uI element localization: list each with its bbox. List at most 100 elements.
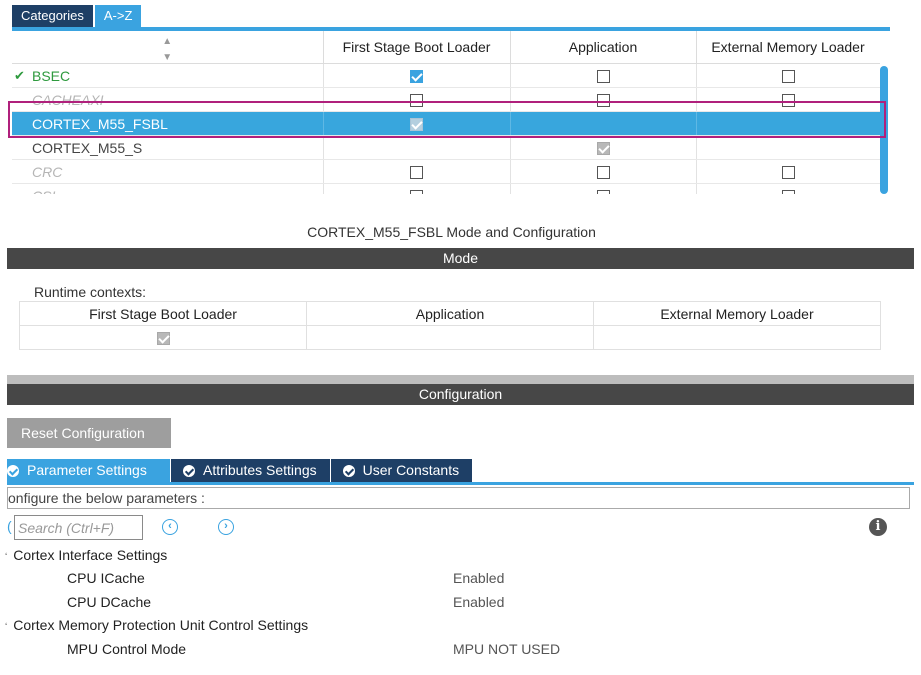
context-checkbox[interactable]: [410, 70, 423, 84]
tree-group[interactable]: ʻ Cortex Interface Settings: [5, 547, 167, 563]
peripheral-row[interactable]: CRC: [12, 159, 880, 184]
runtime-fsbl-checkbox[interactable]: [156, 332, 170, 346]
peripheral-ext-cell: [696, 183, 880, 194]
context-checkbox[interactable]: [781, 190, 795, 194]
context-checkbox[interactable]: [410, 166, 423, 180]
expand-icon[interactable]: ʻ: [5, 552, 7, 563]
tree-group-label: Cortex Interface Settings: [13, 547, 168, 563]
context-checkbox[interactable]: [781, 94, 795, 108]
context-checkbox[interactable]: [410, 94, 423, 108]
runtime-header-external-memory-loader: External Memory Loader: [593, 301, 881, 326]
configuration-divider: [7, 375, 914, 384]
peripheral-name: CORTEX_M55_S: [32, 139, 143, 156]
context-checkbox[interactable]: [596, 190, 610, 194]
tree-param-value[interactable]: Enabled: [453, 570, 504, 586]
peripheral-row[interactable]: ✔ BSEC: [12, 63, 880, 88]
peripheral-app-cell: [510, 183, 697, 194]
tree-group-label: Cortex Memory Protection Unit Control Se…: [13, 617, 309, 633]
context-checkbox[interactable]: [596, 94, 610, 108]
search-label-edge: (: [7, 518, 12, 534]
tab-user-constants[interactable]: User Constants: [330, 459, 473, 482]
search-input[interactable]: [14, 515, 143, 540]
parameter-tabs: Parameter Settings Attributes Settings U…: [7, 459, 473, 482]
runtime-fsbl-cell: [19, 325, 307, 350]
header-fsbl[interactable]: First Stage Boot Loader: [323, 31, 511, 64]
tree-param-value[interactable]: Enabled: [453, 594, 504, 610]
peripheral-scrollbar[interactable]: [880, 66, 888, 194]
mode-config-title: CORTEX_M55_FSBL Mode and Configuration: [307, 224, 596, 240]
runtime-header-fsbl: First Stage Boot Loader: [19, 301, 307, 326]
tab-parameter-settings[interactable]: Parameter Settings: [7, 459, 170, 482]
runtime-header-application: Application: [306, 301, 594, 326]
context-checkbox[interactable]: [410, 118, 423, 132]
peripheral-table: ▲ ▼ First Stage Boot Loader Application E…: [12, 31, 880, 194]
peripheral-name-cell[interactable]: CRC: [12, 159, 324, 184]
tab-user-constants-label: User Constants: [362, 462, 460, 478]
runtime-application-cell: [306, 325, 594, 350]
peripheral-ext-cell: [696, 63, 880, 88]
runtime-external-cell: [593, 325, 881, 350]
sort-icon[interactable]: ▲ ▼: [162, 36, 172, 63]
peripheral-app-cell: [510, 63, 697, 88]
peripheral-row[interactable]: CSI: [12, 183, 880, 195]
peripheral-name-cell[interactable]: CACHEAXI: [12, 87, 324, 112]
check-circle-icon: [7, 464, 19, 477]
context-checkbox[interactable]: [596, 70, 610, 84]
header-external-memory-loader[interactable]: External Memory Loader: [696, 31, 880, 64]
parameter-tabs-underline: [7, 482, 914, 485]
info-icon[interactable]: i: [869, 518, 887, 536]
peripheral-fsbl-cell: [323, 111, 511, 136]
peripheral-name-cell[interactable]: CORTEX_M55_S: [12, 135, 324, 160]
runtime-contexts-label: Runtime contexts:: [34, 284, 147, 300]
peripheral-name: CRC: [32, 163, 63, 180]
peripheral-fsbl-cell: [323, 63, 511, 88]
context-checkbox[interactable]: [596, 142, 610, 156]
peripheral-fsbl-cell: [323, 183, 511, 194]
runtime-value-row: [19, 325, 881, 350]
tab-parameter-settings-label: Parameter Settings: [27, 462, 147, 478]
peripheral-name: CACHEAXI: [32, 91, 104, 108]
configuration-section-bar: Configuration: [7, 384, 914, 405]
reset-configuration-button[interactable]: Reset Configuration: [7, 418, 171, 448]
configure-instructions: onfigure the below parameters :: [7, 487, 910, 509]
tree-param-value[interactable]: MPU NOT USED: [453, 641, 560, 657]
tree-param-label[interactable]: CPU DCache: [67, 594, 151, 610]
peripheral-ext-cell: [696, 87, 880, 112]
peripheral-row[interactable]: CORTEX_M55_FSBL: [12, 111, 880, 136]
peripheral-name-cell[interactable]: CSI: [12, 183, 324, 195]
header-application[interactable]: Application: [510, 31, 697, 64]
runtime-header-row: First Stage Boot Loader Application Exte…: [19, 301, 881, 326]
peripheral-name-cell[interactable]: CORTEX_M55_FSBL: [12, 111, 324, 136]
peripheral-name: CSI: [32, 188, 55, 195]
expand-icon[interactable]: ʻ: [5, 622, 7, 633]
peripheral-table-header: ▲ ▼ First Stage Boot Loader Application E…: [12, 31, 880, 64]
tree-param-label[interactable]: CPU ICache: [67, 570, 145, 586]
tree-group[interactable]: ʻ Cortex Memory Protection Unit Control S…: [5, 617, 308, 633]
tree-param-label[interactable]: MPU Control Mode: [67, 641, 186, 657]
check-icon: ✔: [14, 67, 25, 83]
context-checkbox[interactable]: [410, 190, 423, 194]
peripheral-table-container: ▲ ▼ First Stage Boot Loader Application E…: [12, 31, 880, 194]
next-circle-icon[interactable]: ›: [218, 519, 234, 535]
tab-attributes-settings[interactable]: Attributes Settings: [171, 459, 330, 482]
runtime-contexts-table: First Stage Boot Loader Application Exte…: [19, 301, 881, 350]
peripheral-ext-cell: [696, 111, 880, 136]
context-checkbox[interactable]: [596, 166, 610, 180]
context-checkbox[interactable]: [781, 166, 795, 180]
peripheral-row[interactable]: CORTEX_M55_S: [12, 135, 880, 160]
peripheral-app-cell: [510, 111, 697, 136]
header-sort[interactable]: ▲ ▼: [12, 31, 324, 64]
tab-attributes-settings-label: Attributes Settings: [203, 462, 317, 478]
context-checkbox[interactable]: [781, 70, 795, 84]
peripheral-view-tabs: Categories A->Z: [12, 5, 142, 27]
peripheral-app-cell: [510, 87, 697, 112]
peripheral-row[interactable]: CACHEAXI: [12, 87, 880, 112]
peripheral-name: CORTEX_M55_FSBL: [32, 115, 168, 132]
check-circle-icon: [342, 464, 355, 477]
tab-categories[interactable]: Categories: [12, 5, 93, 27]
peripheral-name: BSEC: [32, 67, 71, 84]
check-circle-icon: [183, 464, 195, 477]
previous-circle-icon[interactable]: ‹: [162, 519, 178, 535]
peripheral-name-cell[interactable]: ✔ BSEC: [12, 63, 324, 88]
tab-a-to-z[interactable]: A->Z: [94, 5, 142, 27]
